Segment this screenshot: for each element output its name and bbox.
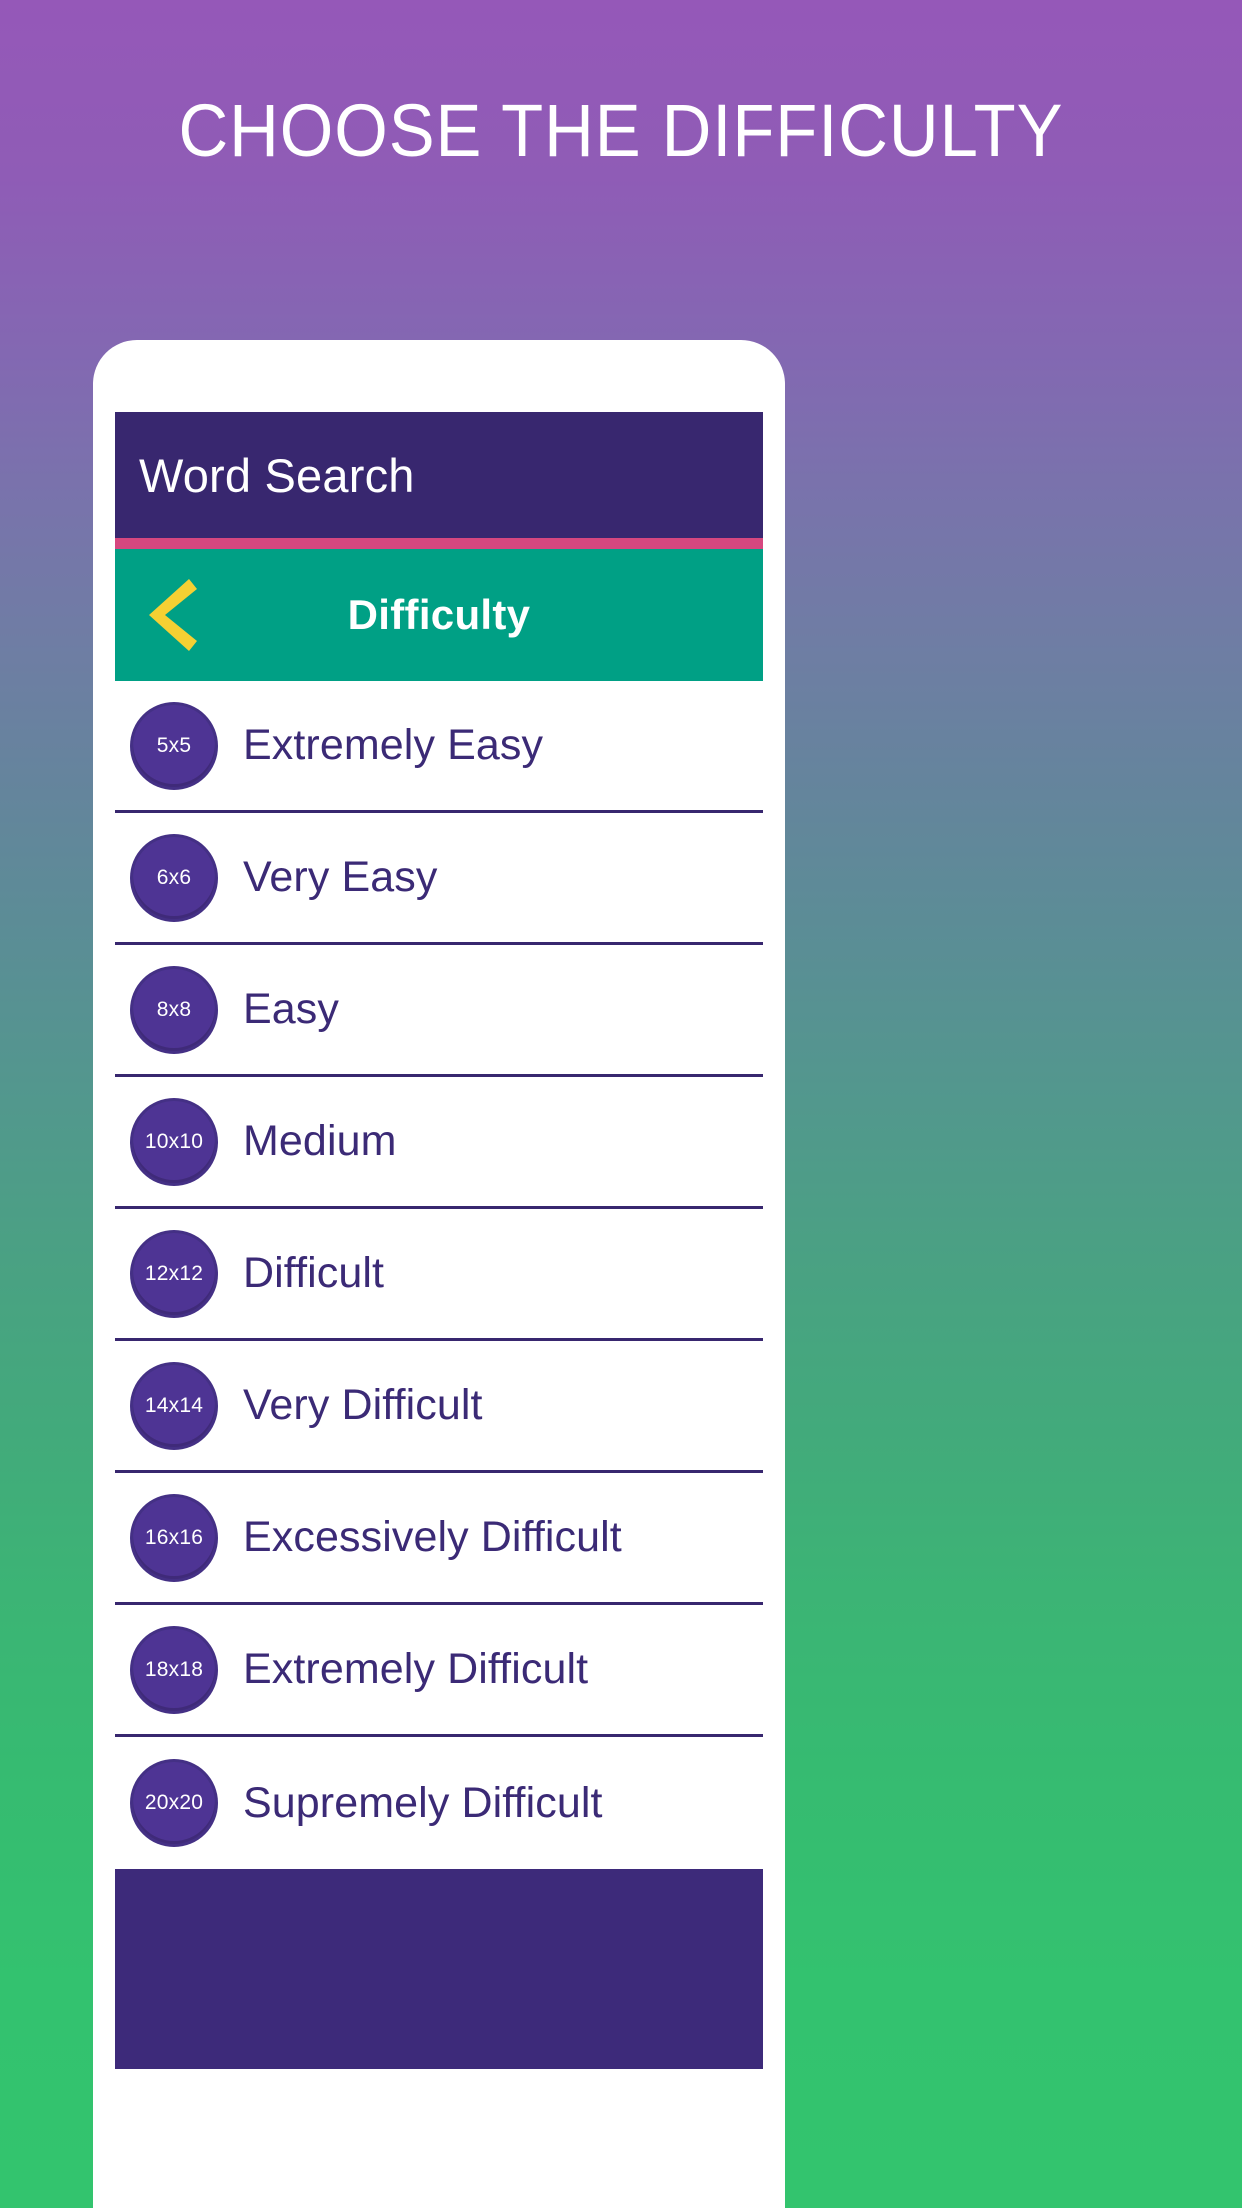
difficulty-list: 5x5 Extremely Easy 6x6 Very Easy 8x8 Eas…	[115, 681, 763, 1869]
subheader-title: Difficulty	[347, 591, 531, 638]
grid-size-label: 12x12	[144, 1261, 204, 1285]
list-item[interactable]: 8x8 Easy	[115, 945, 763, 1077]
difficulty-name: Difficult	[243, 1249, 385, 1297]
list-item[interactable]: 5x5 Extremely Easy	[115, 681, 763, 813]
grid-size-label: 16x16	[144, 1525, 204, 1549]
difficulty-name: Excessively Difficult	[243, 1513, 622, 1561]
accent-stripe	[115, 538, 763, 549]
difficulty-name: Medium	[243, 1117, 397, 1165]
list-item[interactable]: 16x16 Excessively Difficult	[115, 1473, 763, 1605]
grid-size-label: 10x10	[144, 1129, 204, 1153]
phone-mockup-frame: Word Search Difficulty 5x5 Extremely Eas…	[93, 340, 785, 2208]
difficulty-name: Very Easy	[243, 853, 438, 901]
difficulty-name: Extremely Easy	[243, 721, 544, 769]
difficulty-name: Supremely Difficult	[243, 1778, 603, 1827]
difficulty-name: Easy	[243, 985, 339, 1033]
grid-size-badge: 5x5	[133, 704, 215, 787]
grid-size-label: 8x8	[156, 997, 192, 1021]
difficulty-name: Extremely Difficult	[243, 1645, 589, 1693]
grid-size-badge: 10x10	[133, 1100, 215, 1183]
promo-headline: CHOOSE THE DIFFICULTY	[178, 89, 1064, 172]
grid-size-label: 20x20	[144, 1791, 204, 1814]
grid-size-label: 6x6	[156, 865, 192, 889]
app-bar: Word Search	[115, 412, 763, 538]
list-item[interactable]: 6x6 Very Easy	[115, 813, 763, 945]
grid-size-badge: 16x16	[133, 1496, 215, 1579]
grid-size-badge: 18x18	[133, 1628, 215, 1711]
grid-size-badge: 20x20	[133, 1762, 215, 1844]
grid-size-label: 14x14	[144, 1393, 204, 1417]
grid-size-badge: 6x6	[133, 836, 215, 919]
list-item[interactable]: 18x18 Extremely Difficult	[115, 1605, 763, 1737]
grid-size-badge: 12x12	[133, 1232, 215, 1315]
grid-size-badge: 8x8	[133, 968, 215, 1051]
grid-size-label: 18x18	[144, 1657, 204, 1681]
bottom-banner-area	[115, 1869, 763, 2069]
list-item[interactable]: 10x10 Medium	[115, 1077, 763, 1209]
grid-size-badge: 14x14	[133, 1364, 215, 1447]
difficulty-subheader: Difficulty	[115, 549, 763, 681]
list-item[interactable]: 12x12 Difficult	[115, 1209, 763, 1341]
phone-screen: Word Search Difficulty 5x5 Extremely Eas…	[115, 412, 763, 2208]
grid-size-label: 5x5	[156, 733, 192, 757]
app-title: Word Search	[139, 448, 415, 502]
list-item[interactable]: 14x14 Very Difficult	[115, 1341, 763, 1473]
difficulty-name: Very Difficult	[243, 1381, 483, 1429]
list-item[interactable]: 20x20 Supremely Difficult	[115, 1737, 763, 1869]
chevron-left-icon[interactable]	[127, 573, 211, 657]
